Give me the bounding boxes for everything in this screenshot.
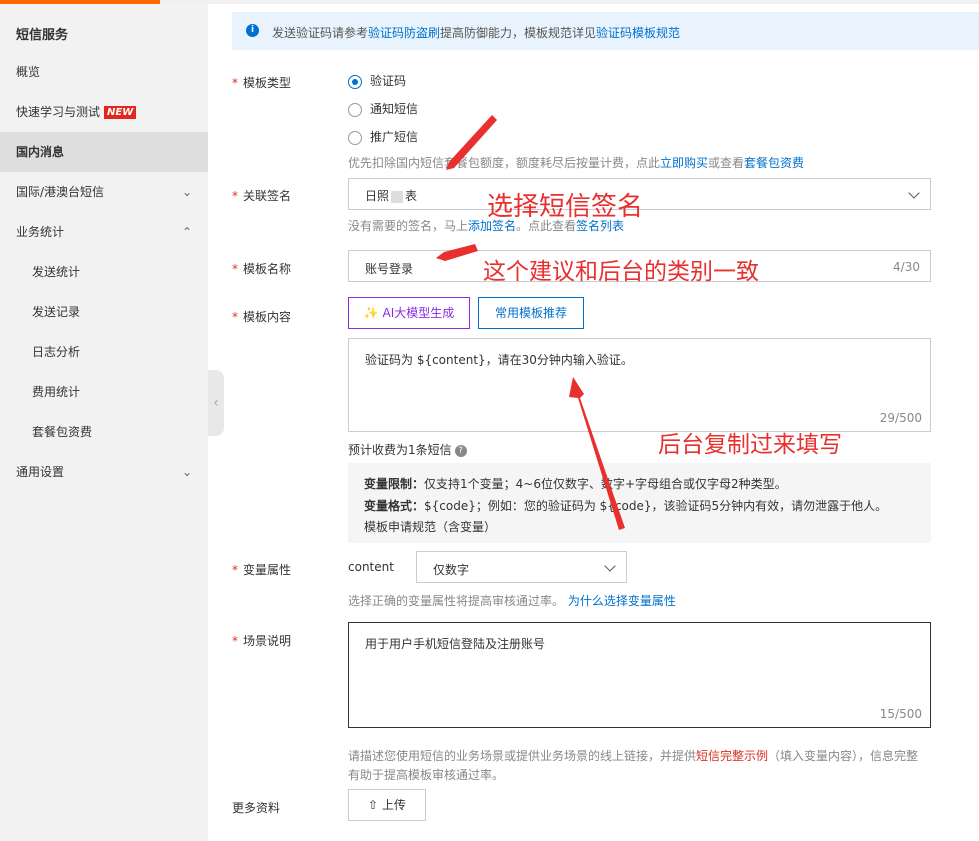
why-variable-link[interactable]: 为什么选择变量属性 (568, 594, 676, 608)
radio-notification[interactable]: 通知短信 (348, 100, 418, 117)
magic-wand-icon: ✨ (363, 306, 383, 320)
notice-middle: 提高防御能力，模板规范详见 (440, 26, 597, 40)
rule-line: 变量限制：仅支持1个变量；4~6位仅数字、数字+字母组合或仅字母2种类型。 (364, 477, 787, 491)
template-name-label: * 模板名称 (232, 262, 292, 276)
variable-attr-label: * 变量属性 (232, 563, 292, 577)
sidebar-item-label: 概览 (16, 65, 41, 79)
sidebar-item-package-pricing[interactable]: 套餐包资费 (0, 412, 208, 452)
sidebar-item-quickstart[interactable]: 快速学习与测试 NEW (0, 92, 208, 132)
template-content-counter: 29/500 (879, 411, 922, 425)
sidebar-item-label: 套餐包资费 (32, 425, 93, 439)
sidebar-item-send-stats[interactable]: 发送统计 (0, 252, 208, 292)
rule-line: 变量格式：${code}；例如：您的验证码为 ${code}，该验证码5分钟内有… (364, 499, 888, 513)
sidebar-item-settings[interactable]: 通用设置 ⌄ (0, 452, 208, 492)
template-content-label: * 模板内容 (232, 310, 292, 324)
template-type-hint: 优先扣除国内短信套餐包额度，额度耗尽后按量计费，点此立即购买或查看套餐包资费 (348, 156, 805, 170)
chevron-down-icon (908, 187, 920, 199)
scene-counter: 15/500 (879, 707, 922, 721)
new-badge: NEW (104, 106, 137, 119)
sidebar-item-cost-stats[interactable]: 费用统计 (0, 372, 208, 412)
info-icon: i (246, 24, 259, 37)
annotation-name-category: 这个建议和后台的类别一致 (483, 259, 759, 285)
button-label: 上传 (381, 798, 406, 812)
template-name-value: 账号登录 (365, 262, 414, 276)
radio-label: 推广短信 (370, 130, 419, 144)
chevron-down-icon (604, 560, 616, 572)
sidebar-item-label: 快速学习与测试 (16, 105, 101, 119)
scene-hint-line2: 有助于提高模板审核通过率。 (348, 768, 505, 782)
radio-checked-icon (348, 74, 362, 89)
radio-label: 验证码 (370, 74, 407, 88)
radio-label: 通知短信 (370, 102, 419, 116)
sidebar-item-label: 发送统计 (32, 265, 81, 279)
more-info-label: 更多资料 (232, 801, 281, 815)
sidebar-item-label: 发送记录 (32, 305, 81, 319)
sidebar-item-label: 通用设置 (16, 465, 65, 479)
sidebar-item-label: 业务统计 (16, 225, 65, 239)
sidebar-item-overview[interactable]: 概览 (0, 52, 208, 92)
template-type-label: * 模板类型 (232, 76, 292, 90)
sidebar-item-international[interactable]: 国际/港澳台短信 ⌄ (0, 172, 208, 212)
variable-name: content (348, 560, 394, 574)
template-content-textarea[interactable]: 验证码为 ${content}，请在30分钟内输入验证。 29/500 (348, 338, 931, 432)
ai-generate-button[interactable]: ✨ AI大模型生成 (348, 297, 470, 329)
sms-example-link[interactable]: 短信完整示例 (696, 749, 768, 763)
variable-rules-box: 变量限制：仅支持1个变量；4~6位仅数字、数字+字母组合或仅字母2种类型。 变量… (348, 463, 931, 543)
radio-promotion[interactable]: 推广短信 (348, 128, 418, 145)
radio-unchecked-icon (348, 130, 362, 145)
sidebar: 短信服务 概览 快速学习与测试 NEW 国内消息 国际/港澳台短信 ⌄ 业务统计 ⌃ … (0, 4, 208, 841)
sidebar-item-label: 费用统计 (32, 385, 81, 399)
variable-type-value: 仅数字 (433, 563, 470, 577)
button-label: 常用模板推荐 (494, 306, 567, 320)
template-recommend-button[interactable]: 常用模板推荐 (478, 297, 584, 329)
sidebar-item-domestic[interactable]: 国内消息 (0, 132, 208, 172)
signature-value: 日照表 (365, 189, 418, 203)
notice-text: 发送验证码请参考验证码防盗刷提高防御能力，模板规范详见验证码模板规范 (272, 24, 680, 41)
template-content-value: 验证码为 ${content}，请在30分钟内输入验证。 (365, 353, 633, 367)
notice-prefix: 发送验证码请参考 (272, 26, 369, 40)
sidebar-item-send-records[interactable]: 发送记录 (0, 292, 208, 332)
template-rules-link[interactable]: 模板申请规范（含变量） (364, 518, 496, 535)
sidebar-item-stats[interactable]: 业务统计 ⌃ (0, 212, 208, 252)
help-icon[interactable]: ? (454, 444, 467, 457)
main-content: i 发送验证码请参考验证码防盗刷提高防御能力，模板规范详见验证码模板规范 * 模板… (208, 4, 979, 841)
signature-label: * 关联签名 (232, 189, 292, 203)
scene-value: 用于用户手机短信登陆及注册账号 (365, 637, 546, 651)
notice-banner: i 发送验证码请参考验证码防盗刷提高防御能力，模板规范详见验证码模板规范 (232, 12, 979, 50)
annotation-select-signature: 选择短信签名 (487, 192, 644, 222)
radio-verify-code[interactable]: 验证码 (348, 72, 406, 89)
sidebar-item-log-analysis[interactable]: 日志分析 (0, 332, 208, 372)
scene-label: * 场景说明 (232, 634, 292, 648)
upload-icon: ⇧ (368, 798, 382, 812)
sidebar-item-label: 国际/港澳台短信 (16, 185, 105, 199)
sidebar-title: 短信服务 (16, 28, 69, 43)
sidebar-item-label: 日志分析 (32, 345, 81, 359)
anti-fraud-link[interactable]: 验证码防盗刷 (368, 26, 440, 40)
scene-textarea[interactable]: 用于用户手机短信登陆及注册账号 15/500 (348, 622, 931, 728)
sidebar-item-label: 国内消息 (16, 145, 65, 159)
template-name-counter: 4/30 (893, 260, 920, 274)
redacted-block (391, 190, 404, 203)
radio-unchecked-icon (348, 102, 362, 117)
chevron-up-icon: ⌃ (181, 225, 192, 239)
variable-hint: 选择正确的变量属性将提高审核通过率。 为什么选择变量属性 (348, 594, 676, 608)
chevron-down-icon: ⌄ (181, 185, 192, 199)
upload-button[interactable]: ⇧ 上传 (348, 789, 426, 821)
chevron-down-icon: ⌄ (181, 465, 192, 479)
package-pricing-link[interactable]: 套餐包资费 (744, 156, 804, 170)
annotation-copy-from-backend: 后台复制过来填写 (658, 432, 842, 458)
cost-estimate: 预计收费为1条短信? (348, 441, 467, 458)
buy-now-link[interactable]: 立即购买 (660, 156, 708, 170)
variable-type-select[interactable]: 仅数字 (416, 551, 627, 583)
button-label: AI大模型生成 (382, 306, 455, 320)
template-spec-link[interactable]: 验证码模板规范 (596, 26, 680, 40)
scene-hint: 请描述您使用短信的业务场景或提供业务场景的线上链接，并提供短信完整示例（填入变量… (348, 749, 919, 763)
